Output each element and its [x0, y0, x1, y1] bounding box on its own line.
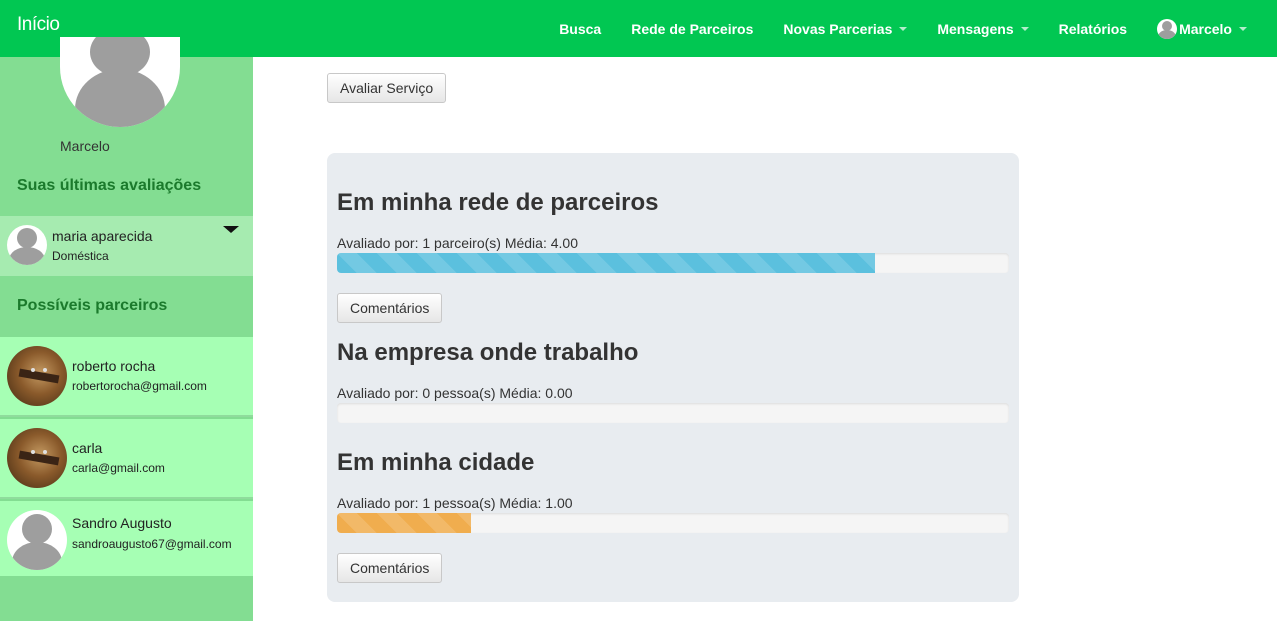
- partner-email: sandroaugusto67@gmail.com: [72, 537, 232, 551]
- partner-name: Sandro Augusto: [72, 515, 172, 531]
- dropdown-triangle-icon[interactable]: [223, 226, 239, 233]
- avaliar-servico-button[interactable]: Avaliar Serviço: [327, 73, 447, 103]
- nav-novas-parcerias-dropdown[interactable]: Novas Parcerias: [783, 20, 908, 37]
- nav-items: Busca Rede de Parceiros Novas Parcerias …: [559, 0, 1277, 57]
- section-title: Na empresa onde trabalho: [337, 339, 639, 366]
- caret-down-icon: [899, 26, 908, 31]
- avatar: [7, 225, 47, 265]
- nav-user-name: Marcelo: [1179, 20, 1232, 37]
- comments-button[interactable]: Comentários: [337, 293, 443, 323]
- user-avatar-icon: [1157, 18, 1178, 39]
- nav-busca-label: Busca: [559, 20, 602, 37]
- caret-down-icon: [1020, 26, 1029, 31]
- progress-bar: [337, 403, 1009, 423]
- nav-mensagens-label: Mensagens: [937, 20, 1014, 37]
- evaluation-name: maria aparecida: [52, 228, 153, 244]
- profile-avatar: [60, 37, 180, 127]
- partner-item[interactable]: carla carla@gmail.com: [0, 419, 253, 499]
- section-meta: Avaliado por: 1 parceiro(s) Média: 4.00: [337, 235, 578, 251]
- nav-rede-label: Rede de Parceiros: [631, 20, 754, 37]
- evaluation-role: Doméstica: [52, 249, 109, 263]
- comments-button[interactable]: Comentários: [337, 553, 443, 583]
- partner-item[interactable]: roberto rocha robertorocha@gmail.com: [0, 337, 253, 417]
- section-title: Em minha cidade: [337, 449, 535, 476]
- progress-bar: [337, 253, 1009, 273]
- recent-evaluations-title: Suas últimas avaliações: [17, 177, 202, 194]
- possible-partners-title: Possíveis parceiros: [17, 297, 168, 314]
- top-navbar: Início Busca Rede de Parceiros Novas Par…: [0, 0, 1277, 57]
- nav-user-menu[interactable]: Marcelo: [1157, 18, 1247, 39]
- nav-relatorios[interactable]: Relatórios: [1059, 21, 1127, 37]
- ratings-panel: Em minha rede de parceiros Avaliado por:…: [327, 153, 1019, 602]
- partner-name: roberto rocha: [72, 358, 156, 374]
- partner-email: robertorocha@gmail.com: [72, 379, 207, 393]
- partner-name: carla: [72, 440, 103, 456]
- partner-email: carla@gmail.com: [72, 461, 165, 475]
- avatar: [7, 510, 67, 570]
- progress-bar: [337, 513, 1009, 533]
- nav-rede-de-parceiros[interactable]: Rede de Parceiros: [631, 21, 753, 37]
- nav-busca[interactable]: Busca: [559, 21, 601, 37]
- recent-evaluation-item[interactable]: maria aparecida Doméstica: [0, 216, 253, 276]
- avatar: [7, 428, 67, 488]
- nav-relatorios-label: Relatórios: [1058, 20, 1128, 37]
- sidebar: Marcelo Suas últimas avaliações maria ap…: [0, 37, 253, 621]
- progress-fill: [337, 513, 472, 533]
- section-meta: Avaliado por: 1 pessoa(s) Média: 1.00: [337, 495, 573, 511]
- brand-home-link[interactable]: Início: [17, 14, 60, 36]
- section-title: Em minha rede de parceiros: [337, 189, 659, 216]
- nav-mensagens-dropdown[interactable]: Mensagens: [937, 20, 1029, 37]
- avatar: [7, 346, 67, 406]
- progress-fill: [337, 253, 875, 273]
- caret-down-icon: [1239, 26, 1247, 31]
- profile-name: Marcelo: [60, 138, 110, 154]
- nav-novas-label: Novas Parcerias: [783, 20, 893, 37]
- partner-item[interactable]: Sandro Augusto sandroaugusto67@gmail.com: [0, 501, 253, 576]
- section-meta: Avaliado por: 0 pessoa(s) Média: 0.00: [337, 385, 573, 401]
